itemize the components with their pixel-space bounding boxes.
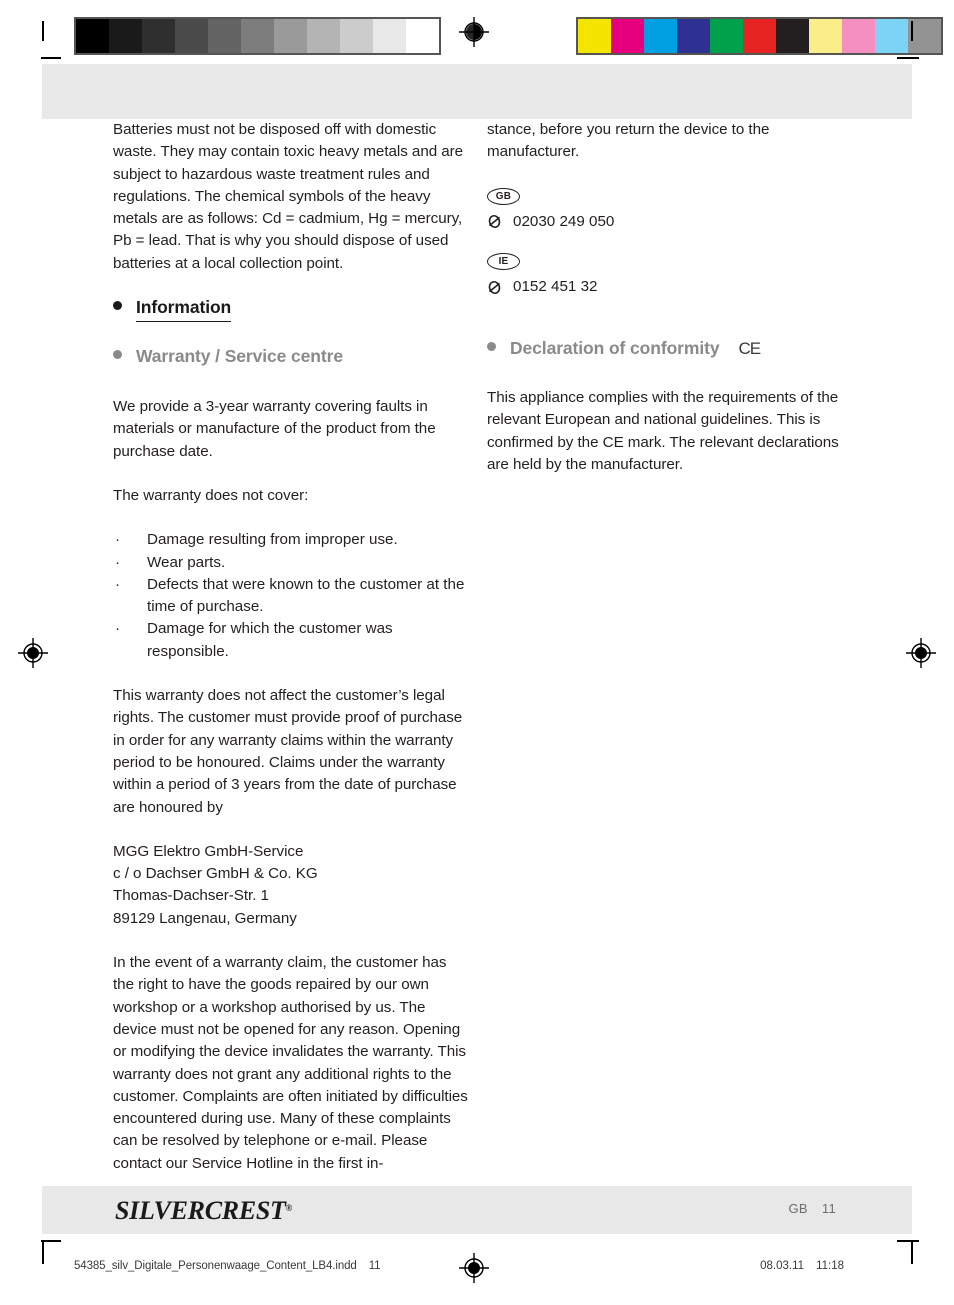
calibration-swatch [175, 19, 208, 53]
page-country-code: GB [788, 1201, 808, 1216]
list-item: · Defects that were known to the custome… [113, 574, 470, 619]
list-bullet-icon: · [115, 620, 121, 638]
heading-declaration-label: Declaration of conformity [510, 338, 720, 359]
list-bullet-icon: · [115, 531, 121, 549]
calibration-swatch [842, 19, 875, 53]
calibration-swatch [373, 19, 406, 53]
crop-mark-top-right-h [897, 57, 919, 59]
silvercrest-logo: SILVERCREST® [115, 1196, 292, 1226]
calibration-swatch [578, 19, 611, 53]
service-address-block: MGG Elektro GmbH-Service c / o Dachser G… [113, 841, 470, 930]
country-badge-ie: IE [487, 252, 520, 270]
calibration-swatch [710, 19, 743, 53]
print-date: 08.03.11 [760, 1260, 805, 1272]
calibration-swatch [241, 19, 274, 53]
ce-mark-icon: CE [738, 339, 761, 359]
logo-silver-text: SILVER [115, 1196, 205, 1225]
warranty-claim-paragraph: In the event of a warranty claim, the cu… [113, 954, 468, 1172]
print-filename-slug: 54385_silv_Digitale_Personenwaage_Conten… [74, 1260, 381, 1272]
legal-rights-paragraph: This warranty does not affect the custom… [113, 687, 463, 816]
phone-line-gb: 02030 249 050 [487, 211, 844, 233]
calibration-swatch [274, 19, 307, 53]
calibration-swatch [208, 19, 241, 53]
print-filename: 54385_silv_Digitale_Personenwaage_Conten… [74, 1260, 357, 1272]
crop-mark-bottom-right-v [911, 1242, 913, 1264]
calibration-swatch [743, 19, 776, 53]
crop-mark-bottom-right-h [897, 1240, 919, 1242]
left-column: Batteries must not be disposed off with … [113, 119, 470, 1197]
calibration-swatch [875, 19, 908, 53]
phone-number-ie[interactable]: 0152 451 32 [513, 276, 597, 298]
calibration-swatch [142, 19, 175, 53]
bullet-icon [487, 342, 496, 352]
heading-declaration-of-conformity: Declaration of conformity CE [487, 338, 844, 359]
contact-ie: IE 0152 451 32 [487, 251, 844, 298]
heading-warranty-service-centre: Warranty / Service centre [113, 346, 470, 367]
calibration-swatch [611, 19, 644, 53]
print-time: 11:18 [816, 1260, 844, 1272]
address-line: c / o Dachser GmbH & Co. KG [113, 865, 318, 883]
print-timestamp: 08.03.11 11:18 [760, 1260, 844, 1272]
list-item-label: Damage resulting from improper use. [147, 531, 398, 549]
list-bullet-icon: · [115, 575, 121, 593]
list-item: · Damage for which the customer was resp… [113, 618, 470, 663]
telephone-icon [487, 280, 502, 295]
page-header-band [42, 64, 912, 119]
logo-crest-text: CREST [204, 1196, 286, 1225]
address-line: 89129 Langenau, Germany [113, 909, 297, 927]
calibration-swatch [776, 19, 809, 53]
bullet-icon [113, 301, 122, 311]
list-item: · Damage resulting from improper use. [113, 529, 470, 551]
telephone-icon [487, 214, 502, 229]
list-bullet-icon: · [115, 553, 121, 571]
warranty-exclusions-list: · Damage resulting from improper use. · … [113, 529, 470, 663]
registration-mark-top [459, 17, 489, 47]
phone-line-ie: 0152 451 32 [487, 276, 844, 298]
page-number: 11 [821, 1201, 836, 1216]
grayscale-calibration-strip [74, 17, 441, 55]
heading-information-label: Information [136, 297, 231, 323]
page-content: Batteries must not be disposed off with … [0, 119, 954, 1179]
exclusions-intro: The warranty does not cover: [113, 486, 309, 504]
list-item-label: Wear parts. [147, 553, 226, 571]
address-line: Thomas-Dachser-Str. 1 [113, 887, 269, 905]
battery-disposal-paragraph: Batteries must not be disposed off with … [113, 121, 464, 272]
calibration-swatch [406, 19, 439, 53]
crop-mark-bottom-left-h [41, 1240, 61, 1242]
continuation-paragraph: stance, before you return the device to … [487, 121, 770, 161]
calibration-swatch [340, 19, 373, 53]
crop-mark-top-left-v [42, 21, 44, 41]
right-column: stance, before you return the device to … [487, 119, 844, 498]
heading-warranty-label: Warranty / Service centre [136, 346, 343, 367]
warranty-intro-paragraph: We provide a 3-year warranty covering fa… [113, 398, 436, 460]
list-item-label: Defects that were known to the customer … [147, 575, 465, 616]
registered-trademark-icon: ® [285, 1203, 293, 1213]
contact-gb: GB 02030 249 050 [487, 186, 844, 233]
calibration-swatch [109, 19, 142, 53]
page-marker: GB 11 [789, 1201, 837, 1216]
print-page-number: 11 [368, 1260, 381, 1272]
color-calibration-strip [576, 17, 943, 55]
bullet-icon [113, 350, 122, 360]
list-item-label: Damage for which the customer was respon… [147, 620, 393, 660]
heading-information: Information [113, 297, 470, 323]
calibration-swatch [644, 19, 677, 53]
list-item: · Wear parts. [113, 552, 470, 574]
calibration-swatch [677, 19, 710, 53]
crop-mark-bottom-left-v [42, 1242, 44, 1264]
calibration-swatch [76, 19, 109, 53]
calibration-swatch [809, 19, 842, 53]
calibration-swatch [307, 19, 340, 53]
crop-mark-top-right-v [911, 21, 913, 41]
country-badge-gb: GB [487, 187, 520, 205]
registration-mark-bottom [459, 1253, 489, 1283]
phone-number-gb[interactable]: 02030 249 050 [513, 211, 614, 233]
address-line: MGG Elektro GmbH-Service [113, 842, 304, 860]
crop-mark-top-left-h [41, 57, 61, 59]
declaration-paragraph: This appliance complies with the require… [487, 389, 839, 474]
